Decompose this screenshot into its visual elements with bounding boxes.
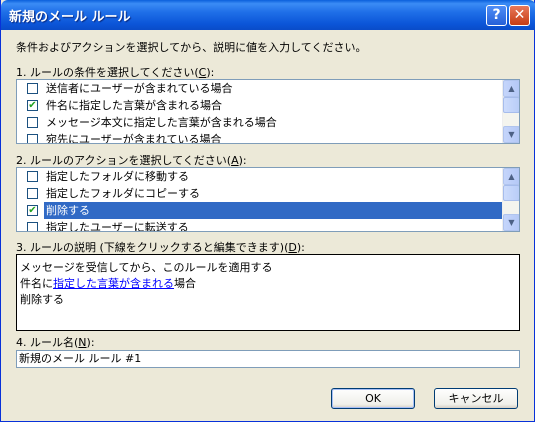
description-line: メッセージを受信してから、このルールを適用する — [20, 261, 273, 274]
step4-accelerator: N — [78, 336, 87, 349]
rules-dialog: 新規のメール ルール ? ✕ 条件およびアクションを選択してから、説明に値を入力… — [0, 0, 535, 422]
condition-item[interactable]: 送信者にユーザーが含まれている場合 — [18, 80, 502, 97]
step2-label: 2. ルールのアクションを選択してください(A): — [16, 152, 247, 168]
rule-description-box: メッセージを受信してから、このルールを適用する 件名に指定した言葉が含まれる場合… — [16, 254, 520, 331]
condition-checkbox[interactable]: ✔ — [27, 100, 38, 111]
condition-label: 件名に指定した言葉が含まれる場合 — [46, 99, 222, 112]
condition-checkbox[interactable] — [27, 134, 38, 143]
description-line: 件名に指定した言葉が含まれる場合 — [20, 275, 196, 291]
scroll-down-icon[interactable]: ▼ — [503, 214, 519, 231]
action-label: 指定したユーザーに転送する — [46, 221, 189, 232]
scroll-up-icon[interactable]: ▲ — [503, 80, 519, 97]
ok-button[interactable]: OK — [331, 388, 415, 409]
description-text: 場合 — [174, 277, 196, 290]
description-line: 削除する — [20, 293, 64, 306]
step4-label: 4. ルール名(N): — [16, 334, 95, 350]
action-checkbox[interactable] — [27, 222, 38, 231]
step4-label-end: ): — [86, 336, 95, 349]
step1-label-end: ): — [206, 66, 215, 79]
scroll-thumb[interactable] — [503, 97, 519, 113]
step3-label-end: ): — [296, 241, 305, 254]
scroll-thumb[interactable] — [503, 185, 519, 201]
condition-item[interactable]: ✔ 件名に指定した言葉が含まれる場合 — [18, 97, 502, 114]
close-icon[interactable]: ✕ — [509, 5, 530, 26]
step3-label: 3. ルールの説明 (下線をクリックすると編集できます)(D): — [16, 239, 305, 255]
help-icon[interactable]: ? — [486, 5, 507, 26]
conditions-listbox[interactable]: 送信者にユーザーが含まれている場合 ✔ 件名に指定した言葉が含まれる場合 メッセ… — [16, 79, 520, 144]
condition-label: 宛先にユーザーが含まれている場合 — [46, 133, 222, 144]
window-title: 新規のメール ルール — [9, 10, 131, 25]
condition-item[interactable]: メッセージ本文に指定した言葉が含まれる場合 — [18, 114, 502, 131]
step2-label-end: ): — [238, 154, 247, 167]
action-label: 指定したフォルダにコピーする — [46, 187, 200, 200]
cancel-button[interactable]: キャンセル — [434, 388, 518, 409]
action-checkbox[interactable] — [27, 171, 38, 182]
actions-listbox[interactable]: 指定したフォルダに移動する 指定したフォルダにコピーする ✔ 削除する 指定した… — [16, 167, 520, 232]
condition-checkbox[interactable] — [27, 83, 38, 94]
title-bar[interactable]: 新規のメール ルール ? ✕ — [1, 0, 535, 30]
action-checkbox[interactable] — [27, 188, 38, 199]
action-label: 指定したフォルダに移動する — [46, 170, 189, 183]
intro-text: 条件およびアクションを選択してから、説明に値を入力してください。 — [16, 41, 367, 54]
step3-label-text: 3. ルールの説明 (下線をクリックすると編集できます)( — [16, 241, 289, 254]
condition-item[interactable]: 宛先にユーザーが含まれている場合 — [18, 131, 502, 144]
step1-label-text: 1. ルールの条件を選択してください( — [16, 66, 199, 79]
action-item[interactable]: 指定したユーザーに転送する — [18, 219, 502, 232]
actions-scrollbar[interactable]: ▲ ▼ — [502, 168, 519, 231]
condition-label: メッセージ本文に指定した言葉が含まれる場合 — [46, 116, 277, 129]
action-checkbox[interactable]: ✔ — [27, 205, 38, 216]
step2-label-text: 2. ルールのアクションを選択してください( — [16, 154, 232, 167]
scroll-down-icon[interactable]: ▼ — [503, 126, 519, 143]
step1-label: 1. ルールの条件を選択してください(C): — [16, 64, 214, 80]
condition-label: 送信者にユーザーが含まれている場合 — [46, 82, 233, 95]
action-label: 削除する — [44, 202, 502, 219]
action-item[interactable]: 指定したフォルダにコピーする — [18, 185, 502, 202]
rule-name-input[interactable]: 新規のメール ルール #1 — [16, 350, 520, 368]
conditions-scrollbar[interactable]: ▲ ▼ — [502, 80, 519, 143]
step2-accelerator: A — [231, 154, 239, 167]
description-text: 件名に — [20, 277, 53, 290]
action-item-selected[interactable]: ✔ 削除する — [18, 202, 502, 219]
condition-checkbox[interactable] — [27, 117, 38, 128]
specified-words-link[interactable]: 指定した言葉が含まれる — [53, 277, 174, 290]
action-item[interactable]: 指定したフォルダに移動する — [18, 168, 502, 185]
scroll-up-icon[interactable]: ▲ — [503, 168, 519, 185]
step3-accelerator: D — [288, 241, 297, 254]
step4-label-text: 4. ルール名( — [16, 336, 79, 349]
